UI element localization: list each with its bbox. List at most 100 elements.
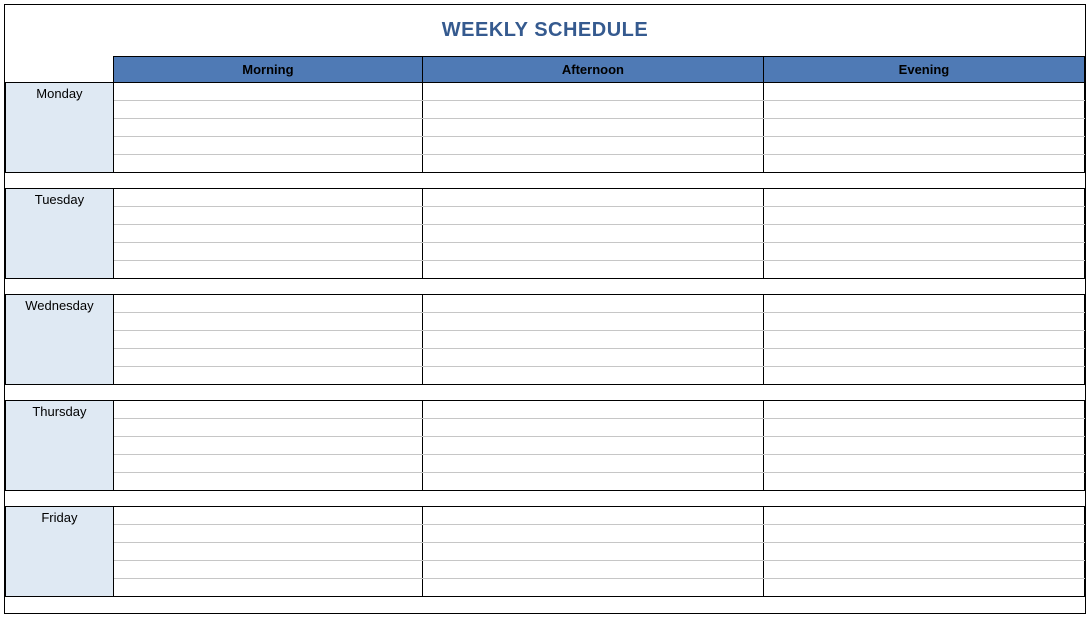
cell-friday-morning[interactable]: [113, 543, 422, 561]
cell-wednesday-morning[interactable]: [113, 295, 422, 313]
schedule-container: WEEKLY SCHEDULE Morning Afternoon Evenin…: [4, 4, 1086, 614]
cell-monday-morning[interactable]: [113, 155, 422, 173]
table-row: [6, 473, 1085, 491]
cell-friday-afternoon[interactable]: [422, 525, 763, 543]
cell-tuesday-afternoon[interactable]: [422, 207, 763, 225]
cell-tuesday-morning[interactable]: [113, 189, 422, 207]
cell-tuesday-afternoon[interactable]: [422, 189, 763, 207]
cell-tuesday-afternoon[interactable]: [422, 225, 763, 243]
header-empty-cell: [6, 57, 114, 83]
cell-friday-afternoon[interactable]: [422, 561, 763, 579]
cell-tuesday-morning[interactable]: [113, 243, 422, 261]
cell-monday-evening[interactable]: [763, 101, 1084, 119]
cell-monday-evening[interactable]: [763, 137, 1084, 155]
cell-tuesday-morning[interactable]: [113, 261, 422, 279]
cell-wednesday-afternoon[interactable]: [422, 349, 763, 367]
column-header-row: Morning Afternoon Evening: [6, 57, 1085, 83]
cell-thursday-morning[interactable]: [113, 473, 422, 491]
cell-friday-evening[interactable]: [763, 543, 1084, 561]
table-row: [6, 367, 1085, 385]
cell-thursday-morning[interactable]: [113, 455, 422, 473]
cell-thursday-evening[interactable]: [763, 437, 1084, 455]
cell-tuesday-evening[interactable]: [763, 261, 1084, 279]
cell-wednesday-morning[interactable]: [113, 313, 422, 331]
cell-friday-morning[interactable]: [113, 525, 422, 543]
cell-tuesday-evening[interactable]: [763, 189, 1084, 207]
cell-thursday-morning[interactable]: [113, 401, 422, 419]
cell-thursday-afternoon[interactable]: [422, 473, 763, 491]
cell-monday-morning[interactable]: [113, 101, 422, 119]
cell-monday-afternoon[interactable]: [422, 137, 763, 155]
column-header-morning: Morning: [113, 57, 422, 83]
cell-friday-afternoon[interactable]: [422, 507, 763, 525]
cell-wednesday-evening[interactable]: [763, 367, 1084, 385]
cell-wednesday-morning[interactable]: [113, 331, 422, 349]
cell-thursday-evening[interactable]: [763, 473, 1084, 491]
cell-tuesday-afternoon[interactable]: [422, 261, 763, 279]
cell-wednesday-afternoon[interactable]: [422, 367, 763, 385]
cell-thursday-morning[interactable]: [113, 419, 422, 437]
cell-friday-evening[interactable]: [763, 561, 1084, 579]
cell-wednesday-afternoon[interactable]: [422, 313, 763, 331]
cell-tuesday-evening[interactable]: [763, 243, 1084, 261]
cell-tuesday-afternoon[interactable]: [422, 243, 763, 261]
cell-wednesday-evening[interactable]: [763, 331, 1084, 349]
table-row: [6, 331, 1085, 349]
cell-tuesday-evening[interactable]: [763, 207, 1084, 225]
cell-monday-afternoon[interactable]: [422, 83, 763, 101]
cell-friday-morning[interactable]: [113, 561, 422, 579]
cell-monday-evening[interactable]: [763, 155, 1084, 173]
table-row: [6, 349, 1085, 367]
cell-friday-morning[interactable]: [113, 579, 422, 597]
cell-thursday-afternoon[interactable]: [422, 455, 763, 473]
cell-wednesday-afternoon[interactable]: [422, 331, 763, 349]
cell-thursday-evening[interactable]: [763, 455, 1084, 473]
cell-monday-morning[interactable]: [113, 83, 422, 101]
cell-monday-afternoon[interactable]: [422, 155, 763, 173]
cell-wednesday-morning[interactable]: [113, 349, 422, 367]
cell-thursday-morning[interactable]: [113, 437, 422, 455]
table-row: [6, 525, 1085, 543]
table-row: [6, 137, 1085, 155]
cell-tuesday-morning[interactable]: [113, 225, 422, 243]
cell-monday-evening[interactable]: [763, 119, 1084, 137]
cell-thursday-evening[interactable]: [763, 419, 1084, 437]
table-row: [6, 455, 1085, 473]
cell-thursday-evening[interactable]: [763, 401, 1084, 419]
cell-wednesday-evening[interactable]: [763, 313, 1084, 331]
cell-friday-afternoon[interactable]: [422, 579, 763, 597]
cell-wednesday-evening[interactable]: [763, 295, 1084, 313]
spacer-row: [6, 279, 1085, 295]
cell-wednesday-afternoon[interactable]: [422, 295, 763, 313]
spacer-row: [6, 597, 1085, 613]
column-header-evening: Evening: [763, 57, 1084, 83]
cell-tuesday-evening[interactable]: [763, 225, 1084, 243]
table-row: Thursday: [6, 401, 1085, 419]
cell-monday-morning[interactable]: [113, 119, 422, 137]
cell-monday-evening[interactable]: [763, 83, 1084, 101]
table-row: [6, 579, 1085, 597]
table-row: [6, 543, 1085, 561]
cell-friday-evening[interactable]: [763, 579, 1084, 597]
table-row: [6, 225, 1085, 243]
cell-thursday-afternoon[interactable]: [422, 401, 763, 419]
cell-monday-morning[interactable]: [113, 137, 422, 155]
page-title: WEEKLY SCHEDULE: [5, 5, 1085, 56]
cell-monday-afternoon[interactable]: [422, 101, 763, 119]
cell-friday-evening[interactable]: [763, 525, 1084, 543]
table-row: [6, 313, 1085, 331]
cell-thursday-afternoon[interactable]: [422, 419, 763, 437]
cell-friday-evening[interactable]: [763, 507, 1084, 525]
table-row: [6, 261, 1085, 279]
day-label-thursday: Thursday: [6, 401, 114, 491]
spacer-row: [6, 385, 1085, 401]
cell-friday-afternoon[interactable]: [422, 543, 763, 561]
table-row: Monday: [6, 83, 1085, 101]
table-row: Friday: [6, 507, 1085, 525]
cell-monday-afternoon[interactable]: [422, 119, 763, 137]
cell-wednesday-morning[interactable]: [113, 367, 422, 385]
cell-tuesday-morning[interactable]: [113, 207, 422, 225]
cell-thursday-afternoon[interactable]: [422, 437, 763, 455]
cell-friday-morning[interactable]: [113, 507, 422, 525]
cell-wednesday-evening[interactable]: [763, 349, 1084, 367]
